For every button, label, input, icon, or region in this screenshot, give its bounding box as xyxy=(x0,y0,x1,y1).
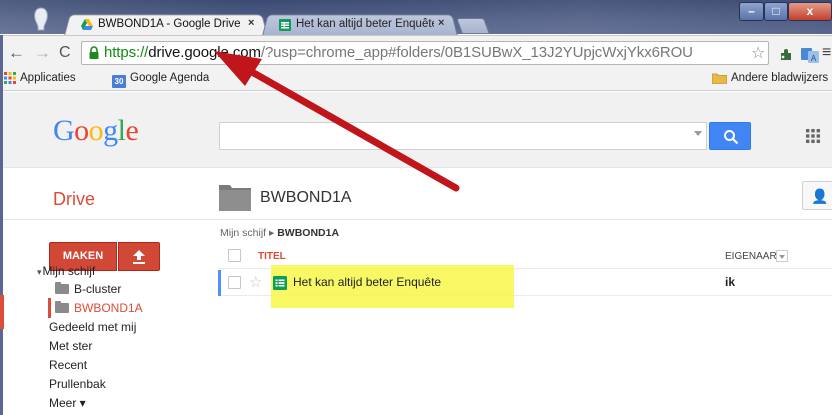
header-divider xyxy=(0,219,832,220)
bookmark-other-folder[interactable]: Andere bladwijzers xyxy=(712,72,828,84)
select-all-checkbox[interactable] xyxy=(228,249,241,262)
row-focus-indicator xyxy=(218,270,221,296)
owner-sort-chevron-icon[interactable] xyxy=(776,250,788,262)
bookmarks-bar: Applicaties 30 Google Agenda Andere bladw… xyxy=(0,69,832,91)
logo-letter: g xyxy=(103,114,118,147)
tab-drive[interactable]: BWBOND1A - Google Drive × xyxy=(64,13,268,36)
sidebar-item-my-drive[interactable]: ▾Mijn schijf xyxy=(37,264,95,278)
upload-icon xyxy=(133,250,145,264)
url-host: drive.google.com xyxy=(148,44,261,61)
google-apps-icon[interactable] xyxy=(806,129,820,143)
calendar-icon: 30 xyxy=(112,75,126,88)
sidebar-item-label: B-cluster xyxy=(74,282,122,296)
maximize-button[interactable]: □ xyxy=(764,2,788,21)
google-sheets-icon xyxy=(273,276,287,290)
sidebar-item-recent[interactable]: Recent xyxy=(49,358,87,372)
add-person-icon: 👤 xyxy=(811,188,829,204)
file-name[interactable]: Het kan altijd beter Enquête xyxy=(293,275,441,289)
google-header: Google xyxy=(0,92,832,168)
url-text: https://drive.google.com/?usp=chrome_app… xyxy=(104,44,744,61)
svg-text:A: A xyxy=(811,54,817,63)
breadcrumb-separator-icon: ▸ xyxy=(269,227,275,239)
close-window-button[interactable]: x xyxy=(788,2,832,21)
google-drive-icon xyxy=(81,19,93,30)
breadcrumb-current: BWBOND1A xyxy=(277,227,340,239)
back-button[interactable]: ← xyxy=(8,43,25,63)
search-options-chevron-icon[interactable] xyxy=(694,131,702,136)
lock-icon xyxy=(89,46,99,59)
expand-caret-icon[interactable]: ▾ xyxy=(37,267,42,277)
star-icon[interactable]: ☆ xyxy=(249,273,262,291)
sidebar-item-b-cluster[interactable]: B-cluster xyxy=(55,282,121,296)
google-logo[interactable]: Google xyxy=(53,114,139,148)
new-tab-button[interactable] xyxy=(456,18,490,34)
search-button[interactable] xyxy=(709,122,751,150)
bookmark-other-label: Andere bladwijzers xyxy=(731,72,829,84)
share-button[interactable]: 👤 xyxy=(802,181,832,210)
apps-grid-icon xyxy=(4,72,16,84)
google-sheets-icon xyxy=(279,19,291,31)
sidebar-item-label: BWBOND1A xyxy=(74,301,143,315)
tab-enquete-title: Het kan altijd beter Enquête xyxy=(296,18,434,30)
upload-button[interactable] xyxy=(118,242,160,271)
tab-enquete-close-icon[interactable]: × xyxy=(438,17,444,29)
address-bar[interactable]: https://drive.google.com/?usp=chrome_app… xyxy=(81,41,769,65)
menu-icon[interactable]: ≡ xyxy=(822,44,831,62)
sidebar-item-label: Mijn schijf xyxy=(42,264,96,278)
folder-icon xyxy=(55,301,69,313)
profile-icon[interactable] xyxy=(30,6,52,32)
sidebar-item-trash[interactable]: Prullenbak xyxy=(49,377,106,391)
folder-title: BWBOND1A xyxy=(260,189,352,206)
window-left-edge xyxy=(0,35,3,415)
window-left-accent xyxy=(0,295,4,329)
column-header-title[interactable]: TITEL xyxy=(258,251,286,262)
breadcrumb: Mijn schijf ▸ BWBOND1A xyxy=(220,227,339,239)
folder-icon xyxy=(219,185,251,211)
sidebar-selected-indicator xyxy=(48,298,51,318)
folder-icon xyxy=(712,73,727,84)
drive-label[interactable]: Drive xyxy=(53,189,95,210)
table-row[interactable]: ☆ Het kan altijd beter Enquête ik xyxy=(218,265,832,308)
bookmark-agenda-label: Google Agenda xyxy=(130,72,210,84)
logo-letter: o xyxy=(74,114,89,147)
translate-icon[interactable]: A xyxy=(801,47,819,63)
bookmark-star-icon[interactable]: ☆ xyxy=(751,43,765,63)
file-owner: ik xyxy=(725,275,736,289)
search-icon xyxy=(724,130,739,145)
browser-window: – □ x BWBOND1A - Google Drive × Het kan … xyxy=(0,0,832,415)
tab-drive-close-icon[interactable]: × xyxy=(248,17,254,29)
bookmark-apps[interactable]: Applicaties xyxy=(4,72,76,84)
search-input[interactable] xyxy=(219,122,707,150)
minimize-button[interactable]: – xyxy=(739,2,764,21)
bookmark-google-agenda[interactable]: 30 Google Agenda xyxy=(112,72,209,88)
logo-letter: e xyxy=(125,114,139,147)
sidebar-item-shared[interactable]: Gedeeld met mij xyxy=(49,320,136,334)
bookmark-apps-label: Applicaties xyxy=(20,72,76,84)
column-header-owner[interactable]: EIGENAAR xyxy=(725,251,777,262)
reload-button[interactable]: C xyxy=(59,43,71,63)
url-path: /?usp=chrome_app#folders/0B1SUBwX_13J2YU… xyxy=(260,44,693,61)
logo-letter: G xyxy=(53,114,75,147)
tab-enquete[interactable]: Het kan altijd beter Enquête × xyxy=(262,13,458,36)
folder-icon xyxy=(55,282,69,294)
logo-letter: l xyxy=(117,114,126,147)
breadcrumb-root[interactable]: Mijn schijf xyxy=(220,227,266,239)
logo-letter: o xyxy=(88,114,104,147)
url-scheme: https:// xyxy=(104,44,149,61)
forward-button[interactable]: → xyxy=(34,43,51,63)
browser-toolbar: ← → C https://drive.google.com/?usp=chro… xyxy=(0,35,832,69)
extension-puzzle-icon[interactable] xyxy=(778,47,794,63)
row-checkbox[interactable] xyxy=(228,276,241,289)
sidebar-item-more[interactable]: Meer ▾ xyxy=(49,396,86,410)
sidebar-item-starred[interactable]: Met ster xyxy=(49,339,92,353)
drive-main: Drive BWBOND1A 👤 MAKEN ▾Mijn schijf B-cl… xyxy=(0,169,832,415)
sidebar-item-bwbond1a[interactable]: BWBOND1A xyxy=(55,301,143,315)
tab-drive-title: BWBOND1A - Google Drive xyxy=(98,18,241,30)
title-bar: – □ x BWBOND1A - Google Drive × Het kan … xyxy=(0,0,832,36)
